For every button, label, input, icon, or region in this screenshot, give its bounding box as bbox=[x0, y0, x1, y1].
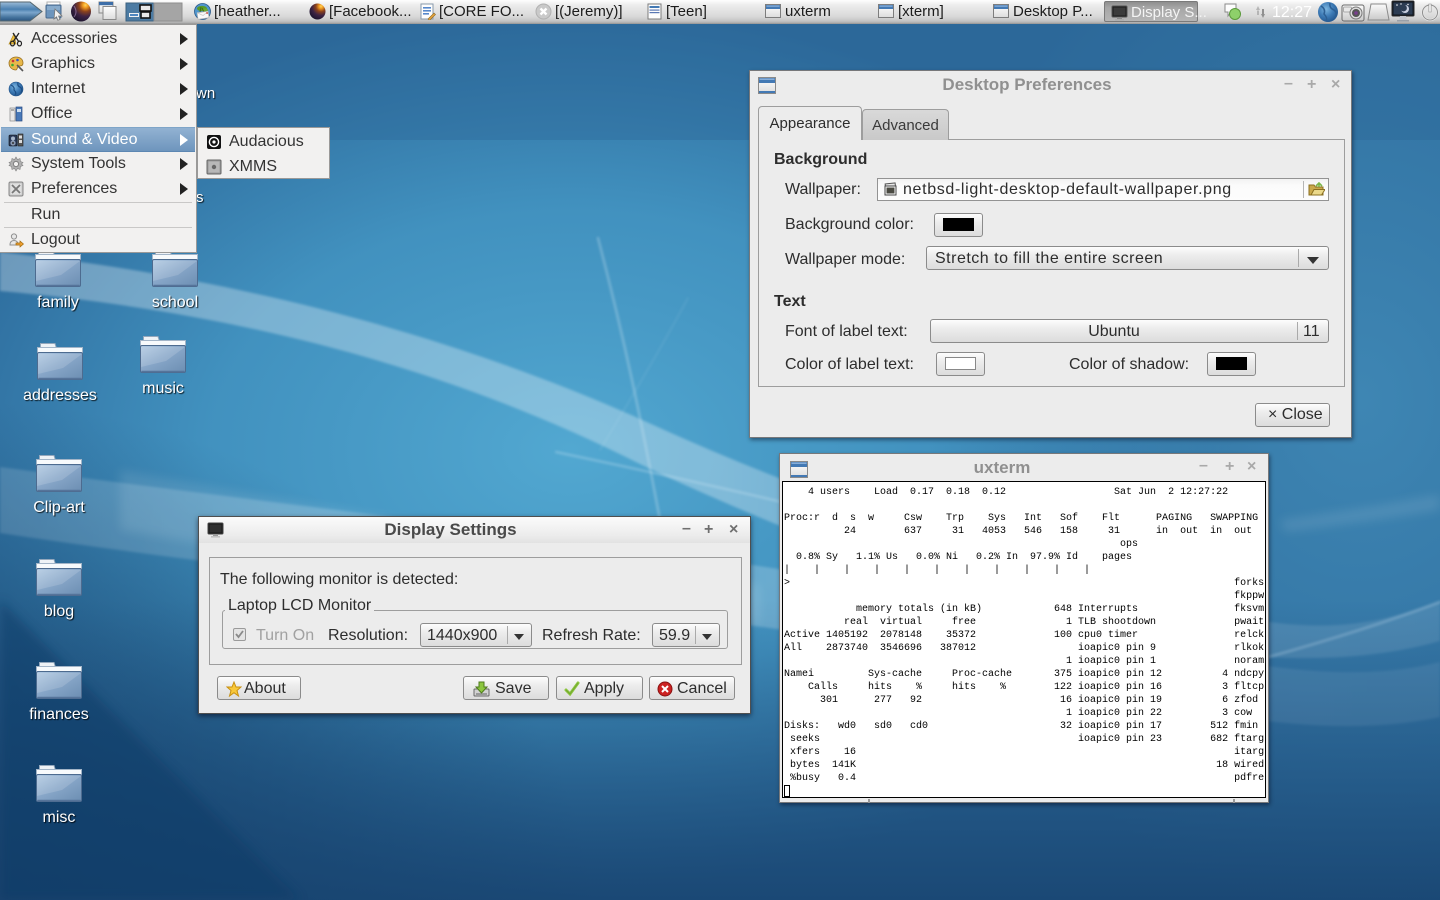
svg-text:12:27: 12:27 bbox=[1272, 4, 1312, 21]
